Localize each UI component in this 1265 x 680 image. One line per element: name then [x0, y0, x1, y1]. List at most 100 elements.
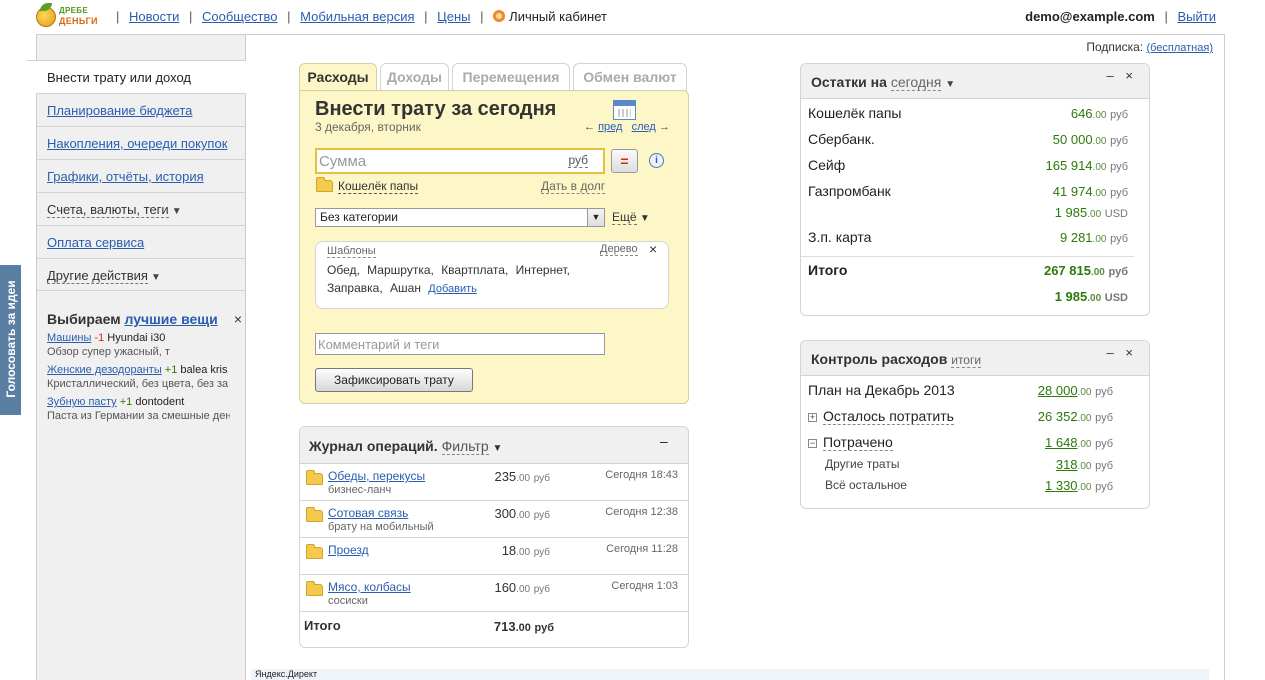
journal-row-amount: 160.00 руб [494, 580, 550, 595]
wallet-selector[interactable]: Кошелёк папы [316, 177, 419, 194]
journal-row-time: Сегодня 11:28 [606, 543, 678, 555]
minimize-icon[interactable]: – [660, 433, 668, 449]
comment-field[interactable] [315, 333, 605, 355]
add-template-link[interactable]: Добавить [428, 283, 477, 295]
logo[interactable]: ДРЕБЕ ДЕНЬГИ [36, 3, 102, 29]
amount-unit: руб [1095, 481, 1113, 493]
currency-selector[interactable]: руб [568, 153, 588, 168]
amount-cents: .00 [1092, 162, 1107, 173]
promo-score: +1 [164, 364, 178, 376]
journal-row-category[interactable]: Проезд [328, 543, 369, 557]
logout-link[interactable]: Выйти [1178, 9, 1217, 24]
journal-total-label: Итого [304, 618, 341, 633]
nav-community[interactable]: Сообщество [202, 9, 278, 24]
control-row-label[interactable]: Осталось потратить [823, 408, 954, 425]
user-cabinet-icon [493, 10, 506, 22]
sidebar-item-label[interactable]: Счета, валюты, теги [47, 202, 169, 218]
promo-score: -1 [94, 332, 105, 344]
amount-link[interactable]: 28 000 [1038, 383, 1078, 398]
nav-mobile[interactable]: Мобильная версия [300, 9, 414, 24]
prev-day-link[interactable]: пред [598, 121, 622, 133]
minimize-icon[interactable]: – [1107, 345, 1118, 360]
yandex-direct-ad[interactable]: Яндекс.Директ [251, 669, 1209, 680]
amount-link[interactable]: 318 [1056, 457, 1078, 472]
collapse-minus-icon[interactable]: − [808, 439, 817, 448]
expand-plus-icon[interactable]: + [808, 413, 817, 422]
amount-unit: руб [533, 584, 550, 595]
lend-link-label[interactable]: Дать в долг [541, 179, 606, 194]
amount-value: 1 985 [1054, 205, 1088, 220]
template-item[interactable]: Обед, [327, 263, 360, 277]
promo-item: balea kris [180, 364, 228, 376]
promo-link[interactable]: Женские дезодоранты [47, 364, 162, 376]
sidebar-item-label[interactable]: Оплата сервиса [47, 235, 144, 250]
sidebar-item-budget[interactable]: Планирование бюджета [37, 93, 246, 126]
divider [801, 256, 1134, 257]
category-select[interactable]: Без категории ▼ [315, 208, 605, 227]
journal-row-category[interactable]: Обеды, перекусы [328, 469, 425, 483]
sidebar-item-add-transaction[interactable]: Внести трату или доход [27, 60, 246, 93]
templates-title[interactable]: Шаблоны [327, 245, 376, 258]
sidebar-item-accounts[interactable]: Счета, валюты, теги ▼ [37, 192, 246, 225]
comment-input[interactable] [316, 334, 602, 354]
amount-link[interactable]: 1 648 [1045, 435, 1078, 450]
control-totals-link[interactable]: итоги [951, 353, 982, 368]
widget-controls: – × [1107, 68, 1137, 83]
templates-tree-link[interactable]: Дерево [600, 243, 638, 256]
template-item[interactable]: Ашан [390, 281, 421, 295]
sidebar-item-reports[interactable]: Графики, отчёты, история [37, 159, 246, 192]
close-icon[interactable]: × [649, 241, 657, 257]
chevron-down-icon[interactable]: ▼ [587, 209, 604, 226]
tab-expenses[interactable]: Расходы [299, 63, 377, 92]
balances-title: Остатки на сегодня ▼ [811, 74, 955, 91]
tab-exchange[interactable]: Обмен валют [573, 63, 687, 91]
sidebar-item-label[interactable]: Другие действия [47, 268, 148, 284]
more-label[interactable]: Ещё [612, 210, 637, 225]
sidebar-item-payment[interactable]: Оплата сервиса [37, 225, 246, 258]
template-item[interactable]: Интернет, [516, 263, 570, 277]
lend-link[interactable]: Дать в долг [541, 179, 606, 194]
journal-row-category[interactable]: Мясо, колбасы [328, 580, 411, 594]
amount-link[interactable]: 1 330 [1045, 478, 1078, 493]
sidebar-item-savings[interactable]: Накопления, очереди покупок [37, 126, 246, 159]
more-options[interactable]: Ещё ▼ [612, 210, 650, 225]
promo-title-link[interactable]: лучшие вещи [125, 311, 218, 327]
balance-total-label: Итого [808, 262, 848, 278]
sidebar-item-other[interactable]: Другие действия ▼ [37, 258, 246, 291]
nav-cabinet[interactable]: Личный кабинет [509, 9, 607, 24]
balances-period[interactable]: сегодня [890, 74, 942, 91]
tab-income[interactable]: Доходы [380, 63, 449, 91]
sidebar-item-label[interactable]: Накопления, очереди покупок [47, 136, 227, 151]
entry-date: 3 декабря, вторник [315, 120, 421, 134]
journal-filter[interactable]: Фильтр [441, 438, 489, 455]
promo-link[interactable]: Машины [47, 332, 91, 344]
next-day-link[interactable]: след [632, 121, 656, 133]
close-icon[interactable]: × [234, 311, 242, 327]
nav-prices[interactable]: Цены [437, 9, 470, 24]
template-item[interactable]: Маршрутка, [367, 263, 434, 277]
amount-cents: .00 [1092, 110, 1107, 121]
calculator-button[interactable]: = [611, 149, 638, 173]
sidebar-item-label[interactable]: Графики, отчёты, история [47, 169, 204, 184]
nav-news[interactable]: Новости [129, 9, 179, 24]
journal-row: Мясо, колбасы сосиски 160.00 руб Сегодня… [300, 575, 688, 612]
amount-input[interactable] [317, 150, 557, 172]
template-item[interactable]: Заправка, [327, 281, 383, 295]
subscription-link[interactable]: (бесплатная) [1146, 42, 1213, 54]
promo-link[interactable]: Зубную пасту [47, 396, 117, 408]
minimize-icon[interactable]: – [1107, 68, 1118, 83]
info-icon[interactable]: i [649, 153, 664, 168]
journal-row-category[interactable]: Сотовая связь [328, 506, 408, 520]
vote-ideas-tab[interactable]: Голосовать за идеи [0, 265, 21, 415]
control-row-label[interactable]: Потрачено [823, 434, 893, 451]
account-balance: 1 985.00 USD [1055, 205, 1128, 220]
close-icon[interactable]: × [1125, 68, 1137, 83]
submit-expense-button[interactable]: Зафиксировать трату [315, 368, 473, 392]
template-item[interactable]: Квартплата, [441, 263, 508, 277]
sidebar-item-label[interactable]: Планирование бюджета [47, 103, 192, 118]
wallet-name[interactable]: Кошелёк папы [338, 179, 419, 194]
tab-transfers[interactable]: Перемещения [452, 63, 570, 91]
close-icon[interactable]: × [1125, 345, 1137, 360]
calendar-icon[interactable] [613, 100, 636, 120]
amount-field[interactable]: руб [315, 148, 605, 174]
